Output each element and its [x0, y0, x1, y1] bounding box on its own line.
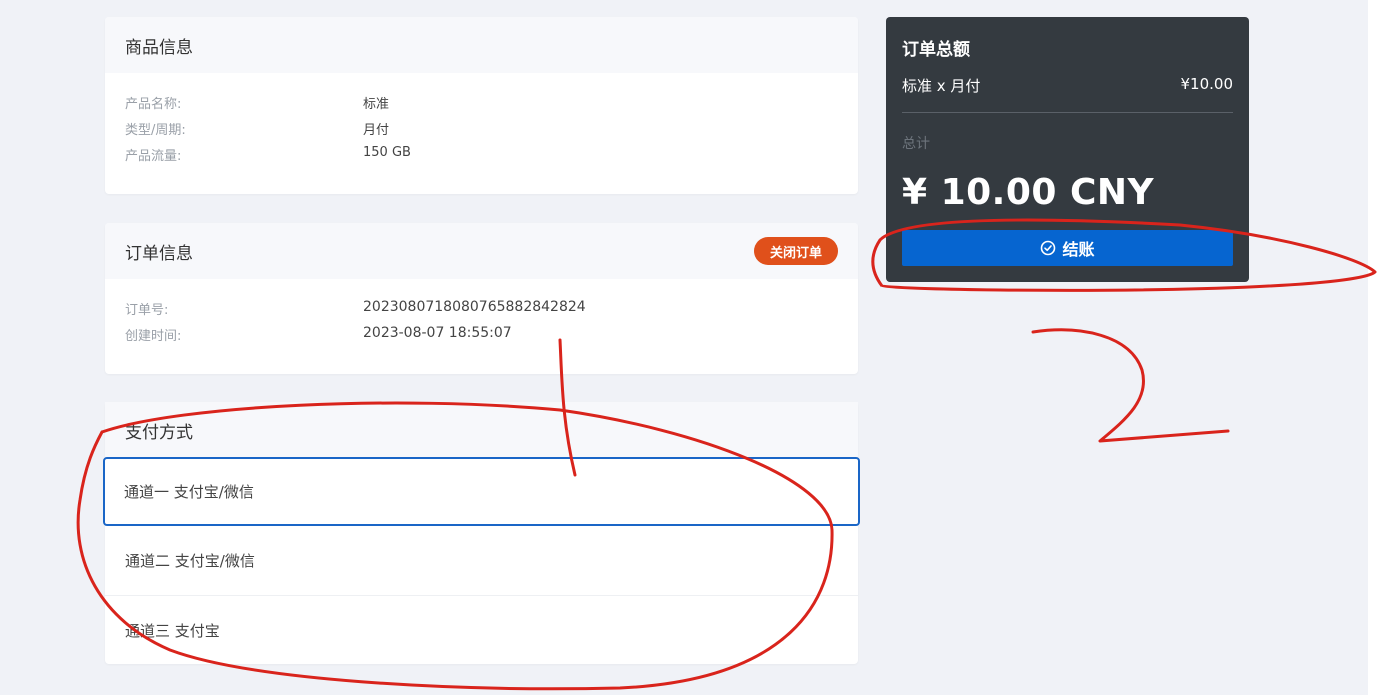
product-info-title: 商品信息	[125, 37, 193, 58]
payment-option-label: 通道一 支付宝/微信	[124, 483, 254, 501]
payment-option-label: 通道三 支付宝	[125, 621, 220, 640]
close-order-button[interactable]: 关闭订单	[753, 237, 838, 265]
order-row: 创建时间: 2023-08-07 18:55:07	[105, 325, 858, 351]
product-info-card: 商品信息 产品名称: 标准 类型/周期: 月付 产品流量: 150 GB	[105, 17, 858, 194]
payment-method-card: 支付方式 通道一 支付宝/微信 通道二 支付宝/微信 通道三 支付宝	[103, 402, 860, 664]
product-row-label: 类型/周期:	[125, 123, 186, 138]
total-label: 总计	[902, 136, 930, 152]
line-item-label: 标准 x 月付	[902, 77, 981, 95]
checkout-label: 结账	[1062, 240, 1095, 259]
order-row: 订单号: 2023080718080765882842824	[105, 299, 858, 325]
payment-option-3[interactable]: 通道三 支付宝	[105, 595, 858, 664]
payment-option-label: 通道二 支付宝/微信	[125, 552, 255, 570]
product-info-header: 商品信息	[105, 17, 858, 73]
product-row: 类型/周期: 月付	[105, 119, 858, 145]
product-row-label: 产品名称:	[125, 97, 182, 112]
checkout-button[interactable]: 结账	[902, 230, 1233, 266]
annotation-number-2	[1031, 328, 1230, 443]
order-created-time: 2023-08-07 18:55:07	[363, 325, 512, 341]
order-info-header: 订单信息 关闭订单	[105, 223, 858, 279]
order-row-label: 创建时间:	[125, 329, 182, 344]
product-row: 产品名称: 标准	[105, 93, 858, 119]
total-amount: ¥ 10.00 CNY	[902, 172, 1155, 213]
divider	[902, 112, 1233, 113]
order-number: 2023080718080765882842824	[363, 299, 586, 315]
check-circle-icon	[1041, 240, 1056, 256]
payment-method-header: 支付方式	[105, 402, 858, 458]
payment-option-1[interactable]: 通道一 支付宝/微信	[103, 457, 860, 526]
order-row-label: 订单号:	[125, 303, 169, 318]
product-row: 产品流量: 150 GB	[105, 145, 858, 171]
order-total-title: 订单总额	[902, 40, 970, 60]
order-info-card: 订单信息 关闭订单 订单号: 2023080718080765882842824…	[105, 223, 858, 374]
product-row-label: 产品流量:	[125, 149, 182, 164]
order-line-item: 标准 x 月付 ¥10.00	[902, 75, 1233, 96]
payment-method-title: 支付方式	[125, 422, 193, 443]
order-total-panel: 订单总额 标准 x 月付 ¥10.00 总计 ¥ 10.00 CNY 结账	[886, 17, 1249, 282]
line-item-price: ¥10.00	[1180, 75, 1234, 93]
order-info-title: 订单信息	[125, 243, 193, 264]
product-row-value: 月付	[363, 123, 390, 138]
product-row-value: 标准	[363, 97, 390, 112]
window-edge	[1368, 0, 1378, 695]
payment-option-2[interactable]: 通道二 支付宝/微信	[105, 526, 858, 595]
product-row-value: 150 GB	[363, 145, 411, 160]
